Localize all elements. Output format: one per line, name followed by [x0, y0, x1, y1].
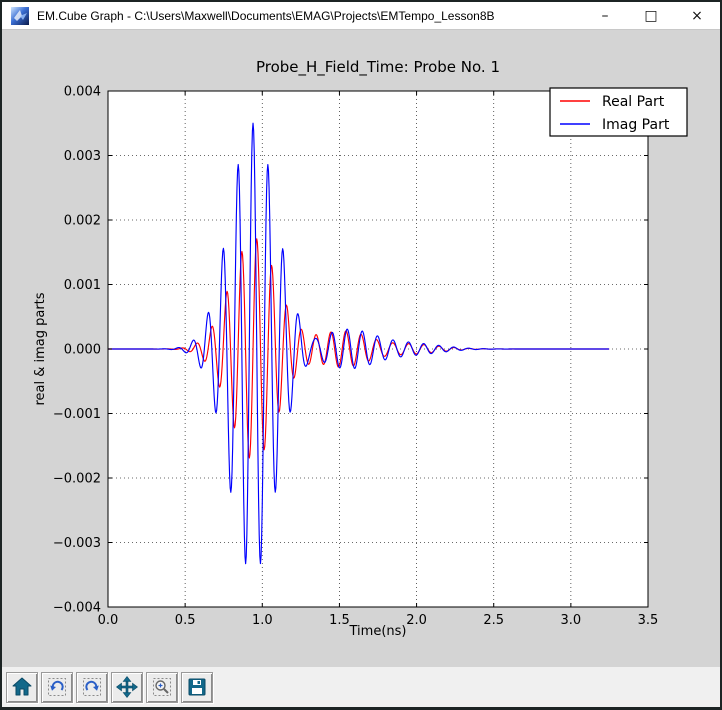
x-axis-label: Time(ns) — [349, 624, 407, 639]
legend-label-real: Real Part — [602, 94, 665, 110]
navigation-toolbar — [2, 667, 720, 707]
y-tick-label: 0.001 — [64, 278, 101, 293]
close-button[interactable]: × — [674, 2, 720, 29]
figure-area[interactable]: 0.00.51.01.52.02.53.03.50.0040.0030.0020… — [2, 30, 720, 667]
window-title: EM.Cube Graph - C:\Users\Maxwell\Documen… — [37, 9, 495, 23]
app-icon — [11, 7, 29, 25]
window-controls: – □ × — [582, 2, 720, 29]
pan-arrows-icon — [116, 676, 138, 698]
x-tick-label: 2.5 — [483, 613, 504, 628]
forward-arrow-icon — [81, 676, 103, 698]
y-tick-label: 0.000 — [64, 343, 101, 358]
home-icon — [11, 676, 33, 698]
x-tick-label: 3.5 — [638, 613, 659, 628]
app-window: EM.Cube Graph - C:\Users\Maxwell\Documen… — [0, 0, 722, 710]
x-tick-label: 0.5 — [175, 613, 196, 628]
y-tick-label: 0.004 — [64, 85, 101, 100]
x-tick-label: 2.0 — [406, 613, 427, 628]
forward-button[interactable] — [76, 672, 108, 703]
save-button[interactable] — [181, 672, 213, 703]
y-tick-label: 0.002 — [64, 214, 101, 229]
y-tick-label: −0.003 — [53, 536, 101, 551]
home-button[interactable] — [6, 672, 38, 703]
minimize-button[interactable]: – — [582, 2, 628, 29]
y-axis-label: real & imag parts — [33, 292, 48, 405]
x-tick-label: 1.0 — [252, 613, 273, 628]
legend: Real Part Imag Part — [550, 88, 687, 136]
y-tick-label: −0.001 — [53, 407, 101, 422]
save-floppy-icon — [187, 677, 207, 697]
y-tick-label: 0.003 — [64, 149, 101, 164]
pan-button[interactable] — [111, 672, 143, 703]
legend-label-imag: Imag Part — [602, 117, 670, 133]
x-tick-label: 1.5 — [329, 613, 350, 628]
title-bar[interactable]: EM.Cube Graph - C:\Users\Maxwell\Documen… — [2, 2, 720, 30]
y-tick-label: −0.004 — [53, 601, 101, 616]
back-arrow-icon — [46, 676, 68, 698]
maximize-button[interactable]: □ — [628, 2, 674, 29]
chart-title: Probe_H_Field_Time: Probe No. 1 — [256, 58, 500, 77]
y-tick-label: −0.002 — [53, 472, 101, 487]
chart-canvas[interactable]: 0.00.51.01.52.02.53.03.50.0040.0030.0020… — [2, 30, 720, 667]
x-tick-label: 3.0 — [561, 613, 582, 628]
zoom-rect-icon — [151, 676, 173, 698]
back-button[interactable] — [41, 672, 73, 703]
zoom-button[interactable] — [146, 672, 178, 703]
